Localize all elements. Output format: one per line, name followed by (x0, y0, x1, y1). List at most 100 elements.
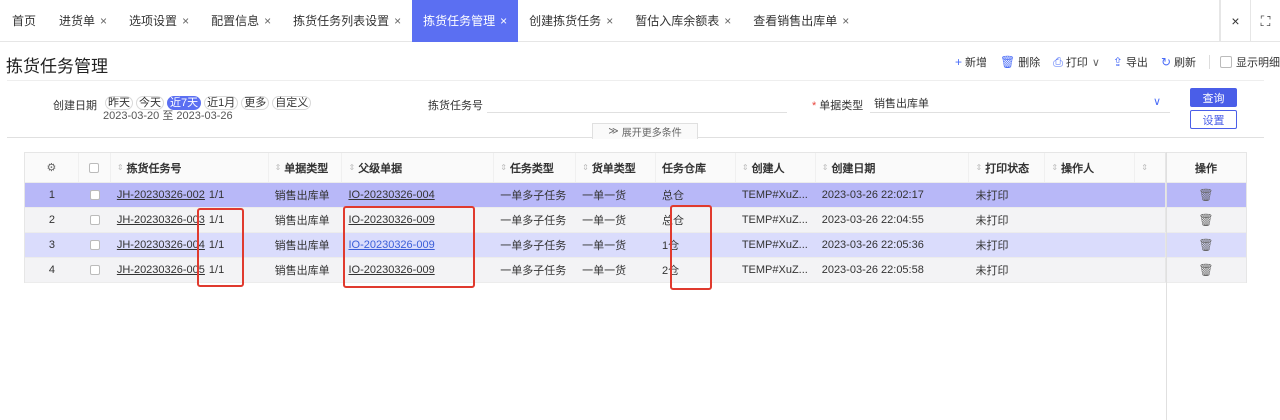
trash-icon[interactable]: 🗑 (1198, 238, 1213, 252)
sort-icon[interactable]: ⇕ (275, 163, 282, 172)
col-created-date[interactable]: ⇕ 创建日期 (816, 153, 970, 182)
sort-icon[interactable]: ⇕ (117, 163, 124, 172)
row-checkbox[interactable] (89, 240, 100, 250)
chevron-down-icon[interactable]: ∨ (1153, 95, 1161, 108)
parent-doc-cell: IO-20230326-004 (342, 183, 494, 207)
type-select-value: 销售出库单 (874, 98, 929, 110)
tab-label: 拣货任务列表设置 (293, 14, 390, 28)
refresh-button[interactable]: ↻ 刷新 (1161, 54, 1196, 70)
setting-button[interactable]: 设置 (1190, 110, 1237, 129)
col-parent-doc[interactable]: ⇕ 父级单据 (342, 153, 495, 182)
close-all-icon[interactable]: × (1220, 0, 1250, 42)
fullscreen-icon[interactable]: ⛶ (1250, 0, 1280, 42)
row-index: 4 (48, 264, 56, 276)
tab-4[interactable]: 拣货任务列表设置 × (282, 0, 412, 42)
delete-button[interactable]: 🗑 删除 (1000, 54, 1040, 70)
task-no-input[interactable] (487, 91, 787, 113)
task-no-link[interactable]: JH-20230326-003 (117, 214, 205, 226)
close-icon[interactable]: × (182, 14, 189, 28)
task-no-link[interactable]: JH-20230326-004 (117, 239, 205, 251)
sort-icon[interactable]: ⇕ (742, 163, 749, 172)
column-header-label: 单据类型 (284, 162, 329, 175)
created-date-cell: 2023-03-26 22:04:55 (821, 214, 924, 226)
parent-doc-link[interactable]: IO-20230326-009 (348, 264, 434, 276)
column-header-label: 任务类型 (509, 162, 554, 175)
date-label: 创建日期 (53, 100, 97, 112)
tab-label: 查看销售出库单 (753, 14, 838, 28)
row-checkbox[interactable] (89, 215, 100, 225)
table-row[interactable]: 2 JH-20230326-003 1/1 销售出库单 IO-20230326-009 一… (25, 208, 1246, 233)
task-count: 1/1 (208, 239, 225, 251)
tab-label: 拣货任务管理 (423, 14, 496, 28)
tab-0[interactable]: 首页 (0, 0, 48, 42)
tab-7[interactable]: 暂估入库余额表 × (624, 0, 742, 42)
type-label: * 单据类型 (812, 100, 864, 112)
trash-icon[interactable]: 🗑 (1198, 213, 1213, 227)
col-doc-type[interactable]: ⇕ 单据类型 (269, 153, 343, 182)
date-range[interactable]: 2023-03-20 至 2023-03-26 (103, 107, 233, 123)
created-date-cell: 2023-03-26 22:05:58 (821, 264, 924, 276)
table-row[interactable]: 4 JH-20230326-005 1/1 销售出库单 IO-20230326-009 一… (25, 258, 1246, 283)
close-icon[interactable]: × (606, 14, 613, 28)
close-icon[interactable]: × (842, 14, 849, 28)
chevron-down-icon[interactable]: ∨ (1092, 56, 1100, 69)
row-index: 2 (48, 214, 56, 226)
col-order-type[interactable]: ⇕ 货单类型 (576, 153, 656, 182)
query-button[interactable]: 查询 (1190, 88, 1237, 107)
add-button[interactable]: + 新增 (955, 54, 987, 70)
task-table: ⚙ ⇕ 拣货任务号 ⇕ 单据类型 ⇕ 父级单据 ⇕ 任务类型 ⇕ 货单类型 任务仓库 ⇕ 创建人 ⇕ 创建日期… (24, 152, 1247, 283)
sort-icon[interactable]: ⇕ (582, 163, 589, 172)
row-checkbox[interactable] (89, 265, 100, 275)
sort-icon[interactable]: ⇕ (348, 163, 355, 172)
table-row[interactable]: 1 JH-20230326-002 1/1 销售出库单 IO-20230326-004 一… (25, 183, 1246, 208)
print-button[interactable]: ⎙ 打印 ∨ (1053, 54, 1100, 70)
parent-doc-link[interactable]: IO-20230326-004 (348, 189, 434, 201)
col-print-status[interactable]: ⇕ 打印状态 (969, 153, 1046, 182)
select-all-checkbox[interactable] (89, 162, 100, 173)
operator-cell (1045, 208, 1135, 232)
close-icon[interactable]: × (724, 14, 731, 28)
col-warehouse[interactable]: 任务仓库 (656, 153, 736, 182)
date-option-4[interactable]: 更多 (241, 96, 270, 110)
task-no-link[interactable]: JH-20230326-002 (117, 189, 205, 201)
close-icon[interactable]: × (100, 14, 107, 28)
column-settings-cell: ⚙ (25, 153, 79, 182)
sort-icon[interactable]: ⇕ (975, 163, 982, 172)
show-detail-toggle[interactable]: 显示明细 (1220, 54, 1280, 70)
sort-icon[interactable]: ⇕ (500, 163, 507, 172)
close-icon[interactable]: × (264, 14, 271, 28)
sort-icon[interactable]: ⇕ (1141, 163, 1148, 172)
parent-doc-link[interactable]: IO-20230326-009 (348, 214, 434, 226)
sort-icon[interactable]: ⇕ (1051, 163, 1058, 172)
trash-icon[interactable]: 🗑 (1198, 263, 1213, 277)
export-button[interactable]: ⇪ 导出 (1113, 54, 1148, 70)
date-option-5[interactable]: 自定义 (272, 96, 312, 110)
creator-cell: TEMP#XuZ... (741, 214, 808, 226)
tab-2[interactable]: 选项设置 × (118, 0, 200, 42)
parent-doc-link[interactable]: IO-20230326-009 (348, 239, 434, 251)
col-operator[interactable]: ⇕ 操作人 (1045, 153, 1136, 182)
col-task-no[interactable]: ⇕ 拣货任务号 (111, 153, 269, 182)
tab-6[interactable]: 创建拣货任务 × (518, 0, 624, 42)
parent-doc-cell: IO-20230326-009 (342, 258, 494, 282)
table-row[interactable]: 3 JH-20230326-004 1/1 销售出库单 IO-20230326-009 一… (25, 233, 1246, 258)
col-task-type[interactable]: ⇕ 任务类型 (494, 153, 577, 182)
row-operation-cell: 🗑 (1165, 258, 1246, 282)
refresh-icon: ↻ (1160, 55, 1171, 69)
tab-5[interactable]: 拣货任务管理 × (412, 0, 519, 42)
tab-3[interactable]: 配置信息 × (200, 0, 282, 42)
tab-label: 配置信息 (211, 14, 260, 28)
trash-icon[interactable]: 🗑 (1198, 188, 1213, 202)
select-all-cell (79, 153, 111, 182)
tab-8[interactable]: 查看销售出库单 × (742, 0, 860, 42)
close-icon[interactable]: × (394, 14, 401, 28)
expand-conditions-button[interactable]: ≫ 展开更多条件 (592, 123, 698, 139)
tab-1[interactable]: 进货单 × (48, 0, 118, 42)
col-creator[interactable]: ⇕ 创建人 (736, 153, 816, 182)
gear-icon[interactable]: ⚙ (47, 161, 57, 174)
task-no-link[interactable]: JH-20230326-005 (117, 264, 205, 276)
sort-icon[interactable]: ⇕ (822, 163, 829, 172)
close-icon[interactable]: × (500, 14, 507, 28)
show-detail-checkbox[interactable] (1220, 56, 1232, 68)
row-checkbox[interactable] (89, 190, 100, 200)
